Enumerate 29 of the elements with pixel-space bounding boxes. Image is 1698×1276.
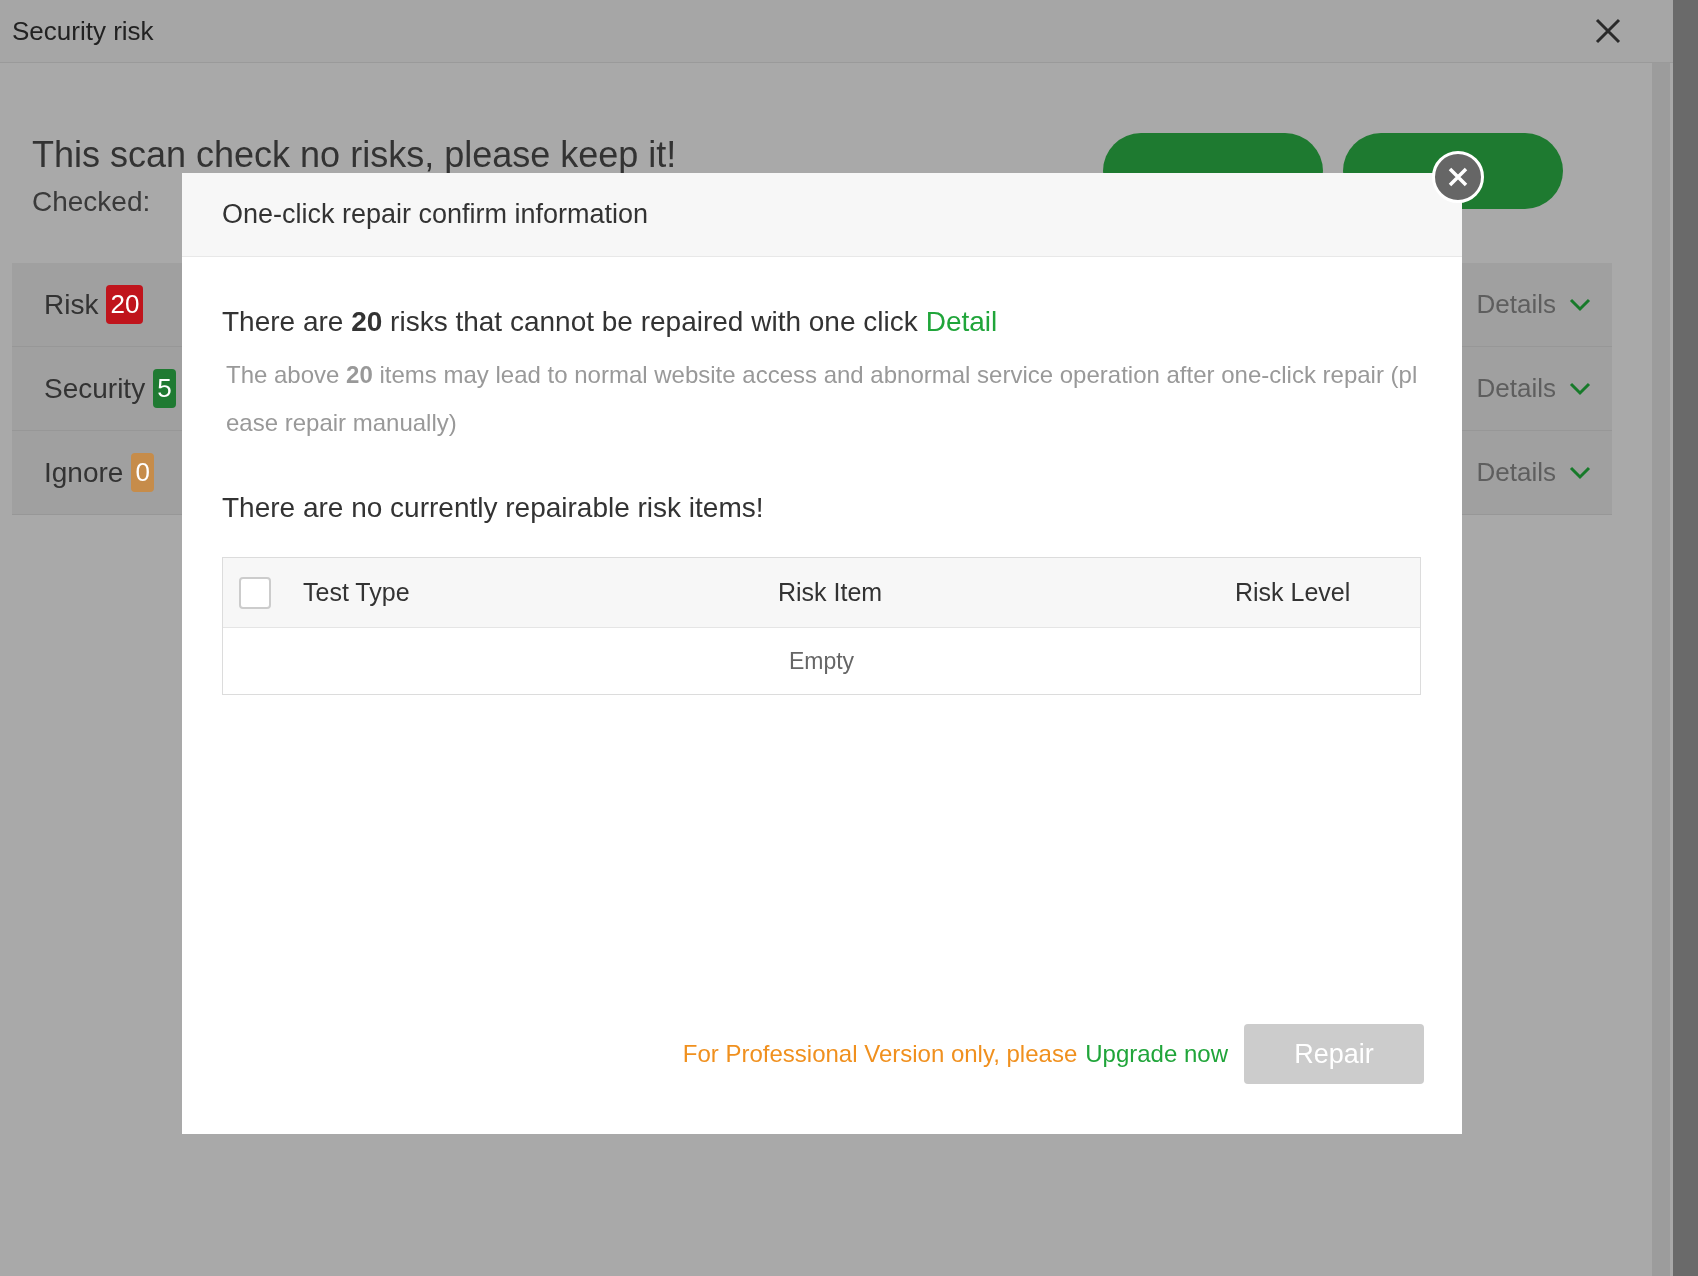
count-badge: 0	[131, 453, 154, 492]
category-label: Security	[44, 371, 146, 406]
checked-count: Checked:	[32, 185, 151, 219]
column-header: Risk Item	[778, 576, 884, 608]
close-icon	[1448, 167, 1468, 187]
details-link[interactable]: Details	[1476, 453, 1556, 492]
details-link[interactable]: Details	[1476, 369, 1556, 408]
category-label: Risk	[44, 287, 99, 322]
detail-link[interactable]: Detail	[925, 301, 998, 343]
chevron-down-icon	[1568, 464, 1592, 481]
count-badge: 20	[106, 285, 144, 324]
notice-text: There are 20 risks that cannot be repaired with one click	[222, 305, 918, 339]
warning-note: The above 20 items may lead to normal website access and abnormal service operation after one-click repair (please repair manually)	[226, 360, 1419, 438]
chevron-down-icon	[1568, 296, 1592, 313]
empty-text: Empty	[788, 646, 855, 676]
upgrade-link[interactable]: Upgrade now	[1085, 1036, 1228, 1072]
category-label: Ignore	[44, 455, 124, 490]
close-icon[interactable]	[1595, 18, 1621, 44]
details-link[interactable]: Details	[1476, 285, 1556, 324]
select-all-checkbox[interactable]	[239, 576, 271, 609]
count-badge: 5	[153, 369, 176, 408]
column-header: Risk Level	[1235, 576, 1351, 608]
column-header: Test Type	[303, 576, 411, 608]
dialog-title: One-click repair confirm information	[222, 198, 649, 232]
upgrade-note: For Professional Version only, please	[682, 1039, 1078, 1069]
scan-headline: This scan check no risks, please keep it!	[32, 133, 677, 177]
status-text: There are no currently repairable risk items!	[222, 491, 765, 525]
window-title: Security risk	[12, 14, 154, 48]
chevron-down-icon	[1568, 380, 1592, 397]
